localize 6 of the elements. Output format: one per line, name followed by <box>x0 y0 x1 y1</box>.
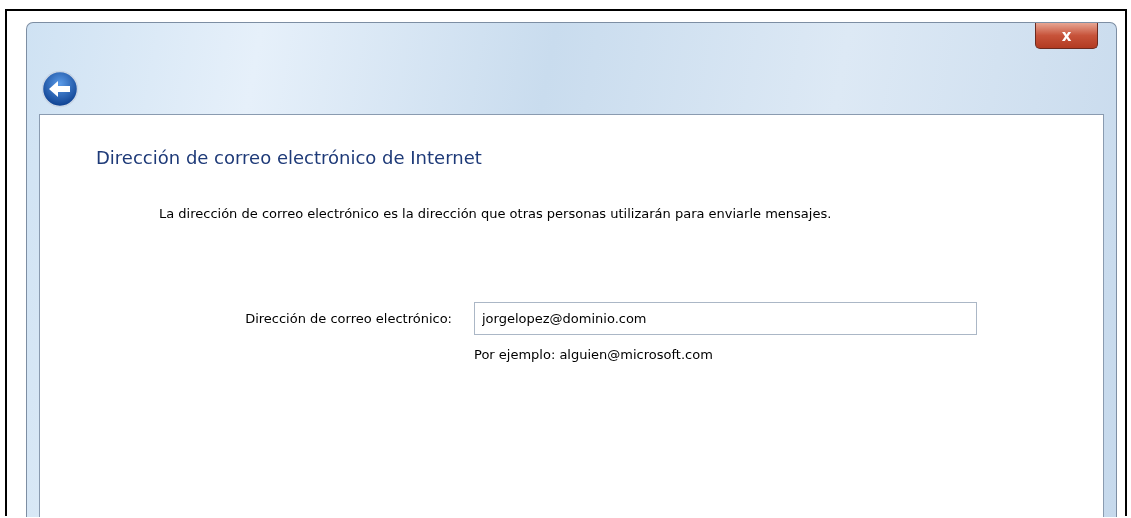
description-text: La dirección de correo electrónico es la dirección que otras personas utilizarán para enviarle mensajes. <box>159 206 833 221</box>
close-button[interactable]: x <box>1035 23 1098 49</box>
page-title: Dirección de correo electrónico de Internet <box>96 147 483 168</box>
field-label: Dirección de correo electrónico: <box>244 310 453 328</box>
example-hint: Por ejemplo: alguien@microsoft.com <box>474 347 714 362</box>
email-input-field[interactable]: jorgelopez@dominio.com <box>474 302 977 335</box>
